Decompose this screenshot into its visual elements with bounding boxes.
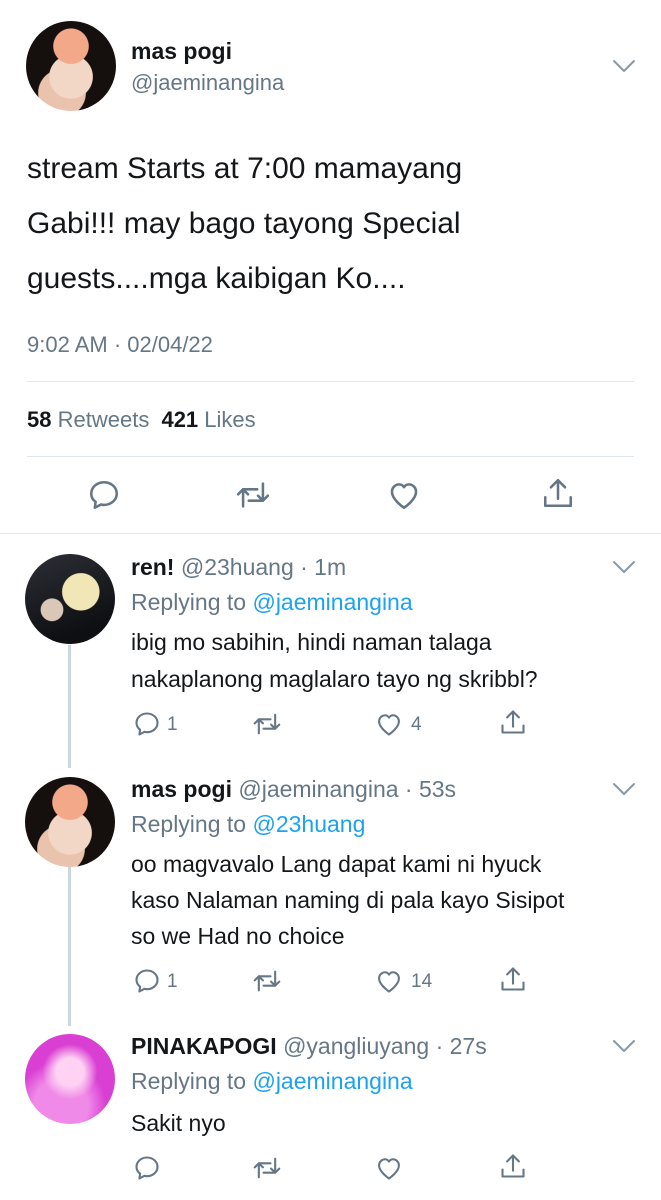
retweet-count[interactable]: 58: [27, 407, 51, 432]
tweet-text: stream Starts at 7:00 mamayang Gabi!!! m…: [27, 141, 637, 306]
handle-time[interactable]: @yangliuyang · 27s: [283, 1033, 487, 1059]
replying-handle-link[interactable]: @23huang: [252, 811, 365, 837]
like-count: 4: [411, 714, 422, 735]
share-icon[interactable]: [499, 708, 527, 736]
tweet-text-line: guests....mga kaibigan Ko....: [27, 262, 406, 295]
display-name[interactable]: ren!: [131, 554, 174, 580]
retweet-icon[interactable]: [253, 710, 281, 738]
section-divider: [0, 533, 661, 534]
timestamp[interactable]: 9:02 AM · 02/04/22: [27, 332, 213, 358]
handle-time[interactable]: @23huang · 1m: [181, 554, 346, 580]
divider: [27, 456, 634, 457]
likes-label[interactable]: Likes: [204, 407, 255, 432]
replying-to: Replying to @jaeminangina: [131, 1068, 413, 1095]
chevron-down-icon[interactable]: [612, 782, 636, 796]
like-icon[interactable]: [375, 967, 403, 995]
replying-prefix: Replying to: [131, 811, 247, 837]
retweets-label[interactable]: Retweets: [58, 407, 150, 432]
replying-handle-link[interactable]: @jaeminangina: [252, 1068, 412, 1094]
reply-icon[interactable]: [133, 967, 161, 995]
reply-text: oo magvavalo Lang dapat kami ni hyuck ka…: [131, 846, 564, 954]
replying-prefix: Replying to: [131, 589, 247, 615]
reply-icon[interactable]: [133, 710, 161, 738]
reply-count: 1: [167, 714, 178, 735]
chevron-down-icon[interactable]: [612, 560, 636, 574]
share-icon[interactable]: [499, 1152, 527, 1180]
replying-handle-link[interactable]: @jaeminangina: [252, 589, 412, 615]
handle[interactable]: @jaeminangina: [131, 70, 284, 96]
tweet-text-line: Gabi!!! may bago tayong Special: [27, 207, 461, 240]
reply-text: ibig mo sabihin, hindi naman talaga naka…: [131, 624, 538, 698]
share-icon[interactable]: [541, 476, 575, 510]
reply-icon[interactable]: [87, 478, 121, 512]
display-name[interactable]: PINAKAPOGI: [131, 1033, 277, 1059]
replying-prefix: Replying to: [131, 1068, 247, 1094]
reply-header: ren! @23huang · 1m: [131, 554, 346, 581]
reply-text-line: nakaplanong maglalaro tayo ng skribbl?: [131, 666, 538, 692]
engagement-stats: 58 Retweets 421 Likes: [27, 407, 256, 433]
share-icon[interactable]: [499, 965, 527, 993]
reply-header: PINAKAPOGI @yangliuyang · 27s: [131, 1033, 487, 1060]
avatar[interactable]: [26, 21, 116, 111]
reply-text-line: ibig mo sabihin, hindi naman talaga: [131, 629, 492, 655]
chevron-down-icon[interactable]: [612, 1039, 636, 1053]
avatar[interactable]: [25, 1034, 115, 1124]
retweet-icon[interactable]: [253, 1154, 281, 1182]
divider: [27, 381, 634, 382]
avatar[interactable]: [25, 777, 115, 867]
avatar[interactable]: [25, 554, 115, 644]
like-icon[interactable]: [387, 478, 421, 512]
retweet-icon[interactable]: [236, 478, 270, 512]
tweet-text-line: stream Starts at 7:00 mamayang: [27, 152, 463, 185]
thread-line: [68, 645, 71, 768]
reply-icon[interactable]: [133, 1154, 161, 1182]
reply-text-line: kaso Nalaman naming di pala kayo Sisipot: [131, 887, 565, 913]
replying-to: Replying to @jaeminangina: [131, 589, 413, 616]
replying-to: Replying to @23huang: [131, 811, 365, 838]
reply-header: mas pogi @jaeminangina · 53s: [131, 776, 456, 803]
display-name[interactable]: mas pogi: [131, 776, 232, 802]
display-name[interactable]: mas pogi: [131, 38, 232, 65]
like-icon[interactable]: [375, 1154, 403, 1182]
reply-text-line: so we Had no choice: [131, 923, 345, 949]
reply-text-line: oo magvavalo Lang dapat kami ni hyuck: [131, 851, 542, 877]
chevron-down-icon[interactable]: [612, 59, 636, 73]
reply-text-line: Sakit nyo: [131, 1110, 226, 1136]
reply-count: 1: [167, 971, 178, 992]
like-count[interactable]: 421: [161, 407, 198, 432]
like-count: 14: [411, 971, 433, 992]
retweet-icon[interactable]: [253, 967, 281, 995]
thread-line: [68, 866, 71, 1026]
reply-text: Sakit nyo: [131, 1110, 226, 1137]
like-icon[interactable]: [375, 710, 403, 738]
handle-time[interactable]: @jaeminangina · 53s: [238, 776, 456, 802]
